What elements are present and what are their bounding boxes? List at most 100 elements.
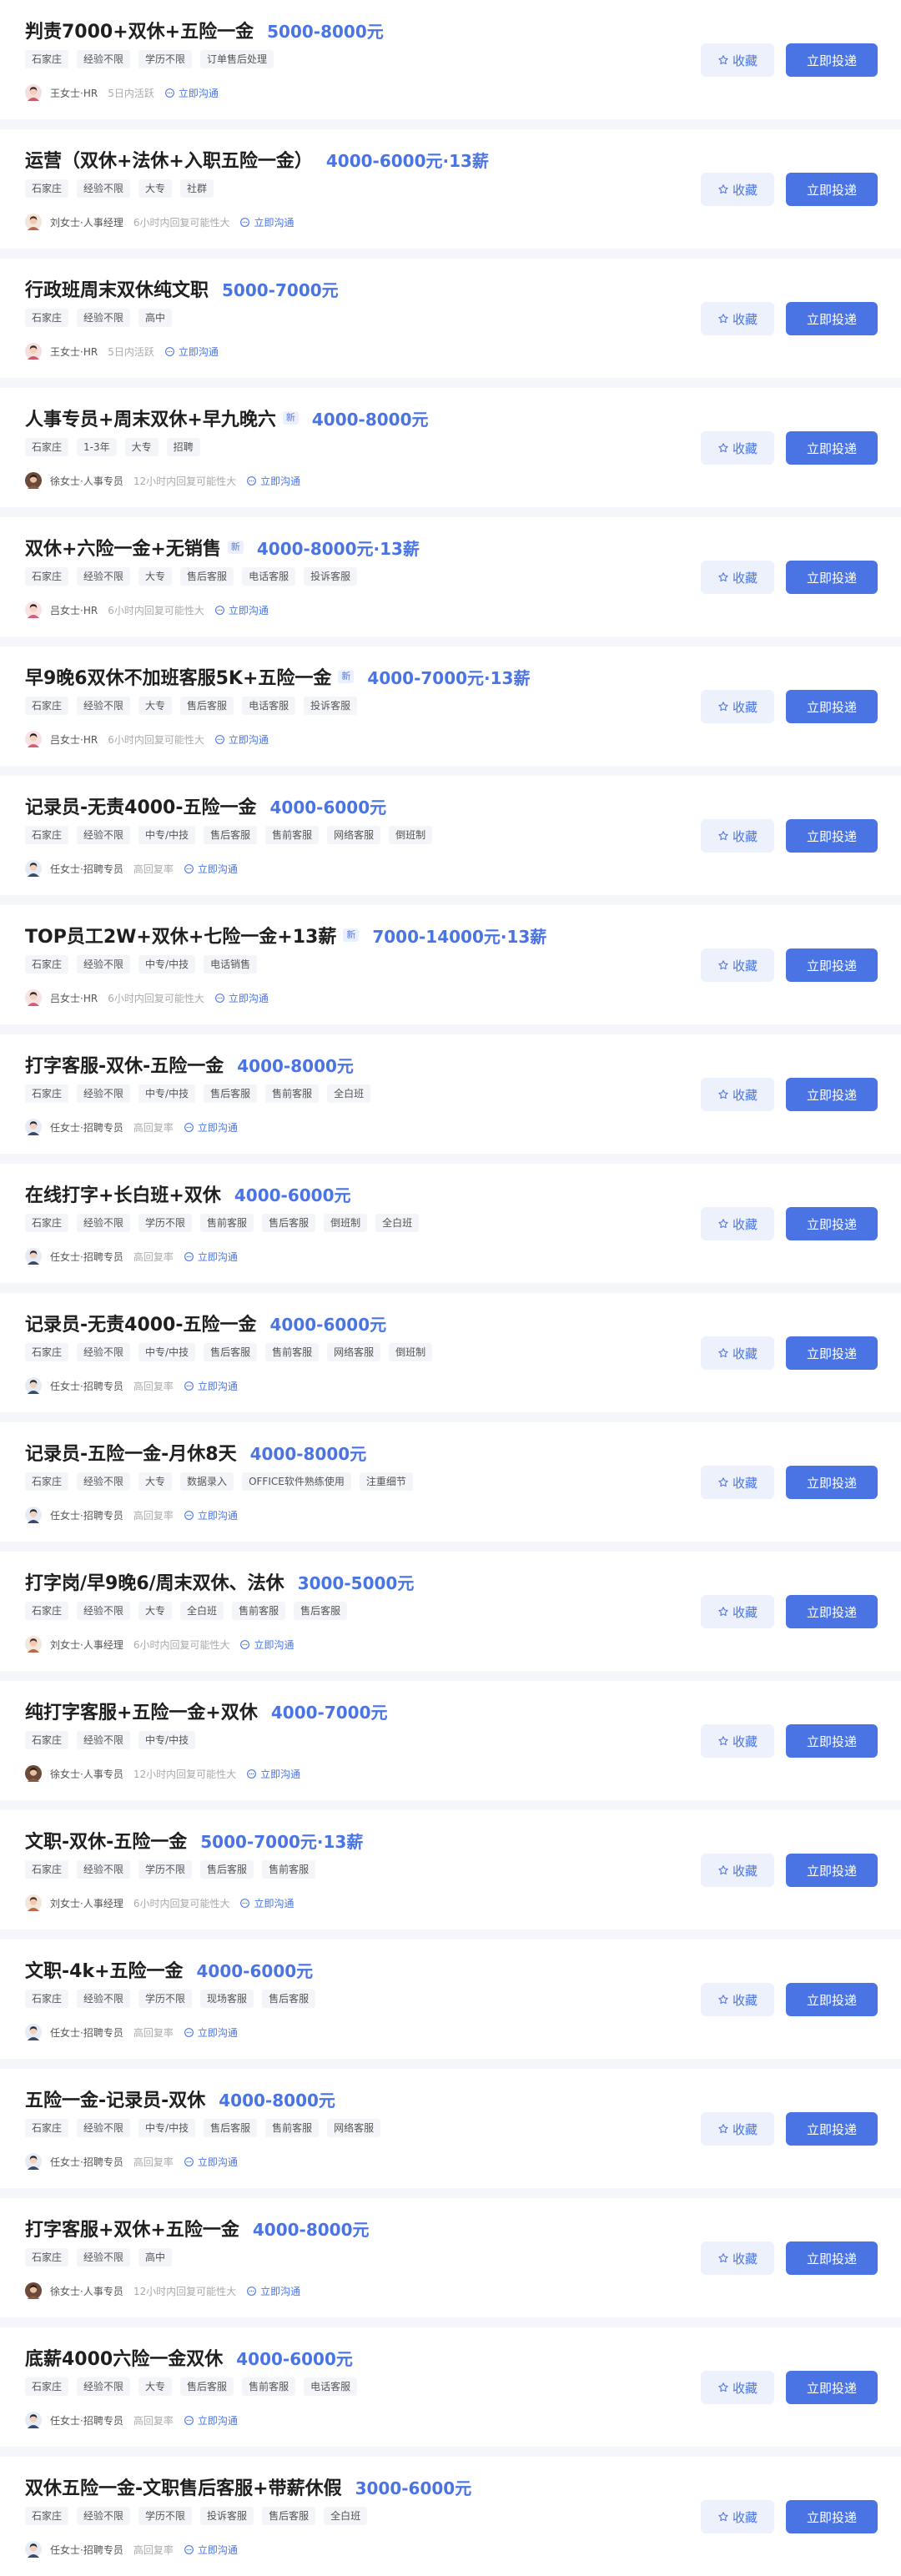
chat-now-link[interactable]: 立即沟通 <box>184 2025 238 2040</box>
job-title[interactable]: 判责7000+双休+五险一金 <box>25 17 254 43</box>
favorite-button[interactable]: 收藏 <box>701 2241 774 2275</box>
favorite-button[interactable]: 收藏 <box>701 690 774 723</box>
apply-now-button[interactable]: 立即投递 <box>786 2241 878 2275</box>
favorite-button[interactable]: 收藏 <box>701 431 774 465</box>
chat-now-link[interactable]: 立即沟通 <box>184 862 238 876</box>
job-title[interactable]: 记录员-无责4000-五险一金 <box>25 1310 257 1336</box>
job-card[interactable]: 早9晚6双休不加班客服5K+五险一金新 4000-7000元·13薪 石家庄 经验不限… <box>0 647 901 766</box>
job-card[interactable]: 双休+六险一金+无销售新 4000-8000元·13薪 石家庄 经验不限 大专 售后客服电… <box>0 517 901 636</box>
chat-now-link[interactable]: 立即沟通 <box>239 1896 294 1910</box>
job-card[interactable]: 在线打字+长白班+双休 4000-6000元 石家庄 经验不限 学历不限 售前客服 售后客服… <box>0 1164 901 1283</box>
favorite-button[interactable]: 收藏 <box>701 43 774 77</box>
job-card[interactable]: 打字岗/早9晚6/周末双休、法休 3000-5000元 石家庄 经验不限 大专 全白班 售前… <box>0 1552 901 1671</box>
job-title[interactable]: 运营（双休+法休+入职五险一金） <box>25 146 313 173</box>
apply-now-button[interactable]: 立即投递 <box>786 690 878 723</box>
job-title[interactable]: 文职-4k+五险一金 <box>25 1956 184 1983</box>
favorite-button[interactable]: 收藏 <box>701 302 774 335</box>
chat-now-link[interactable]: 立即沟通 <box>246 474 300 488</box>
favorite-button[interactable]: 收藏 <box>701 561 774 594</box>
favorite-button[interactable]: 收藏 <box>701 1466 774 1499</box>
job-card[interactable]: 打字客服+双休+五险一金 4000-8000元 石家庄 经验不限 高中 徐女士·人事专员 1… <box>0 2198 901 2317</box>
job-title[interactable]: 人事专员+周末双休+早九晚六 <box>25 405 276 431</box>
chat-now-link[interactable]: 立即沟通 <box>184 2543 238 2557</box>
apply-now-button[interactable]: 立即投递 <box>786 1854 878 1887</box>
job-title[interactable]: 记录员-五险一金-月休8天 <box>25 1439 237 1466</box>
chat-now-link[interactable]: 立即沟通 <box>184 1508 238 1522</box>
job-card[interactable]: 文职-双休-五险一金 5000-7000元·13薪 石家庄 经验不限 学历不限 售后客服售… <box>0 1810 901 1929</box>
chat-now-link[interactable]: 立即沟通 <box>184 1379 238 1393</box>
apply-now-button[interactable]: 立即投递 <box>786 1466 878 1499</box>
job-title[interactable]: 打字客服-双休-五险一金 <box>25 1051 224 1078</box>
apply-now-button[interactable]: 立即投递 <box>786 2500 878 2533</box>
chat-now-link[interactable]: 立即沟通 <box>184 2413 238 2428</box>
apply-now-button[interactable]: 立即投递 <box>786 1336 878 1370</box>
favorite-button[interactable]: 收藏 <box>701 1078 774 1111</box>
job-title[interactable]: TOP员工2W+双休+七险一金+13薪 <box>25 922 336 948</box>
job-card[interactable]: 记录员-五险一金-月休8天 4000-8000元 石家庄 经验不限 大专 数据录入 OFFI… <box>0 1422 901 1542</box>
job-title[interactable]: 打字客服+双休+五险一金 <box>25 2215 239 2241</box>
favorite-button[interactable]: 收藏 <box>701 173 774 206</box>
apply-now-button[interactable]: 立即投递 <box>786 561 878 594</box>
favorite-button[interactable]: 收藏 <box>701 1983 774 2016</box>
apply-now-button[interactable]: 立即投递 <box>786 1207 878 1240</box>
job-title[interactable]: 纯打字客服+五险一金+双休 <box>25 1698 258 1724</box>
chat-now-link[interactable]: 立即沟通 <box>239 215 294 229</box>
favorite-button[interactable]: 收藏 <box>701 1854 774 1887</box>
apply-now-button[interactable]: 立即投递 <box>786 2112 878 2146</box>
favorite-button[interactable]: 收藏 <box>701 1207 774 1240</box>
favorite-button[interactable]: 收藏 <box>701 1595 774 1628</box>
job-card[interactable]: 人事专员+周末双休+早九晚六新 4000-8000元 石家庄 1-3年 大专 招聘 徐女士·… <box>0 388 901 507</box>
job-title[interactable]: 五险一金-记录员-双休 <box>25 2085 205 2112</box>
favorite-button[interactable]: 收藏 <box>701 2500 774 2533</box>
favorite-button[interactable]: 收藏 <box>701 1336 774 1370</box>
job-title[interactable]: 早9晚6双休不加班客服5K+五险一金 <box>25 663 331 690</box>
chat-now-link[interactable]: 立即沟通 <box>246 1767 300 1781</box>
favorite-button[interactable]: 收藏 <box>701 2112 774 2146</box>
job-card[interactable]: 文职-4k+五险一金 4000-6000元 石家庄 经验不限 学历不限 现场客服 售后客服任… <box>0 1940 901 2059</box>
job-title[interactable]: 打字岗/早9晚6/周末双休、法休 <box>25 1568 284 1595</box>
apply-now-button[interactable]: 立即投递 <box>786 43 878 77</box>
chat-now-link[interactable]: 立即沟通 <box>214 603 269 617</box>
favorite-button[interactable]: 收藏 <box>701 948 774 982</box>
job-title[interactable]: 在线打字+长白班+双休 <box>25 1180 221 1207</box>
job-card[interactable]: 行政班周末双休纯文职 5000-7000元 石家庄 经验不限 高中 王女士·HR 5日内活跃… <box>0 259 901 378</box>
job-card[interactable]: 记录员-无责4000-五险一金 4000-6000元 石家庄 经验不限 中专/中技 售后客… <box>0 776 901 895</box>
apply-now-button[interactable]: 立即投递 <box>786 2371 878 2404</box>
job-card[interactable]: 底薪4000六险一金双休 4000-6000元 石家庄 经验不限 大专 售后客服 售前客服电… <box>0 2327 901 2447</box>
chat-now-link[interactable]: 立即沟通 <box>184 1250 238 1264</box>
chat-now-link[interactable]: 立即沟通 <box>184 2155 238 2169</box>
apply-now-button[interactable]: 立即投递 <box>786 948 878 982</box>
job-title[interactable]: 行政班周末双休纯文职 <box>25 275 209 302</box>
chat-now-link[interactable]: 立即沟通 <box>214 991 269 1005</box>
job-card[interactable]: 判责7000+双休+五险一金 5000-8000元 石家庄 经验不限 学历不限 订单售后处… <box>0 0 901 119</box>
job-card[interactable]: 纯打字客服+五险一金+双休 4000-7000元 石家庄 经验不限 中专/中技 徐女士·人… <box>0 1681 901 1800</box>
apply-now-button[interactable]: 立即投递 <box>786 1983 878 2016</box>
apply-now-button[interactable]: 立即投递 <box>786 302 878 335</box>
apply-now-button[interactable]: 立即投递 <box>786 1595 878 1628</box>
apply-now-button[interactable]: 立即投递 <box>786 1078 878 1111</box>
chat-now-link[interactable]: 立即沟通 <box>184 1120 238 1135</box>
job-card[interactable]: 五险一金-记录员-双休 4000-8000元 石家庄 经验不限 中专/中技 售后客服 售前客… <box>0 2069 901 2188</box>
chat-now-link[interactable]: 立即沟通 <box>164 86 219 100</box>
apply-now-button[interactable]: 立即投递 <box>786 173 878 206</box>
job-title[interactable]: 双休+六险一金+无销售 <box>25 534 221 561</box>
job-card[interactable]: 运营（双休+法休+入职五险一金） 4000-6000元·13薪 石家庄 经验不限 大专社… <box>0 129 901 249</box>
job-title[interactable]: 底薪4000六险一金双休 <box>25 2344 223 2371</box>
favorite-button[interactable]: 收藏 <box>701 2371 774 2404</box>
favorite-button[interactable]: 收藏 <box>701 1724 774 1758</box>
favorite-button[interactable]: 收藏 <box>701 819 774 853</box>
chat-now-link[interactable]: 立即沟通 <box>214 732 269 747</box>
chat-now-link[interactable]: 立即沟通 <box>246 2284 300 2298</box>
apply-now-button[interactable]: 立即投递 <box>786 431 878 465</box>
job-card[interactable]: TOP员工2W+双休+七险一金+13薪新 7000-14000元·13薪 石家庄 经验… <box>0 905 901 1024</box>
job-card[interactable]: 记录员-无责4000-五险一金 4000-6000元 石家庄 经验不限 中专/中技 售后客… <box>0 1293 901 1412</box>
job-title[interactable]: 双休五险一金-文职售后客服+带薪休假 <box>25 2473 342 2500</box>
chat-now-link[interactable]: 立即沟通 <box>164 345 219 359</box>
job-title[interactable]: 文职-双休-五险一金 <box>25 1827 187 1854</box>
job-card[interactable]: 打字客服-双休-五险一金 4000-8000元 石家庄 经验不限 中专/中技 售后客服 售前… <box>0 1034 901 1154</box>
job-card[interactable]: 双休五险一金-文职售后客服+带薪休假 3000-6000元 石家庄 经验不限 学历不限投… <box>0 2457 901 2576</box>
chat-now-link[interactable]: 立即沟通 <box>239 1638 294 1652</box>
apply-now-button[interactable]: 立即投递 <box>786 819 878 853</box>
job-title[interactable]: 记录员-无责4000-五险一金 <box>25 792 257 819</box>
apply-now-button[interactable]: 立即投递 <box>786 1724 878 1758</box>
